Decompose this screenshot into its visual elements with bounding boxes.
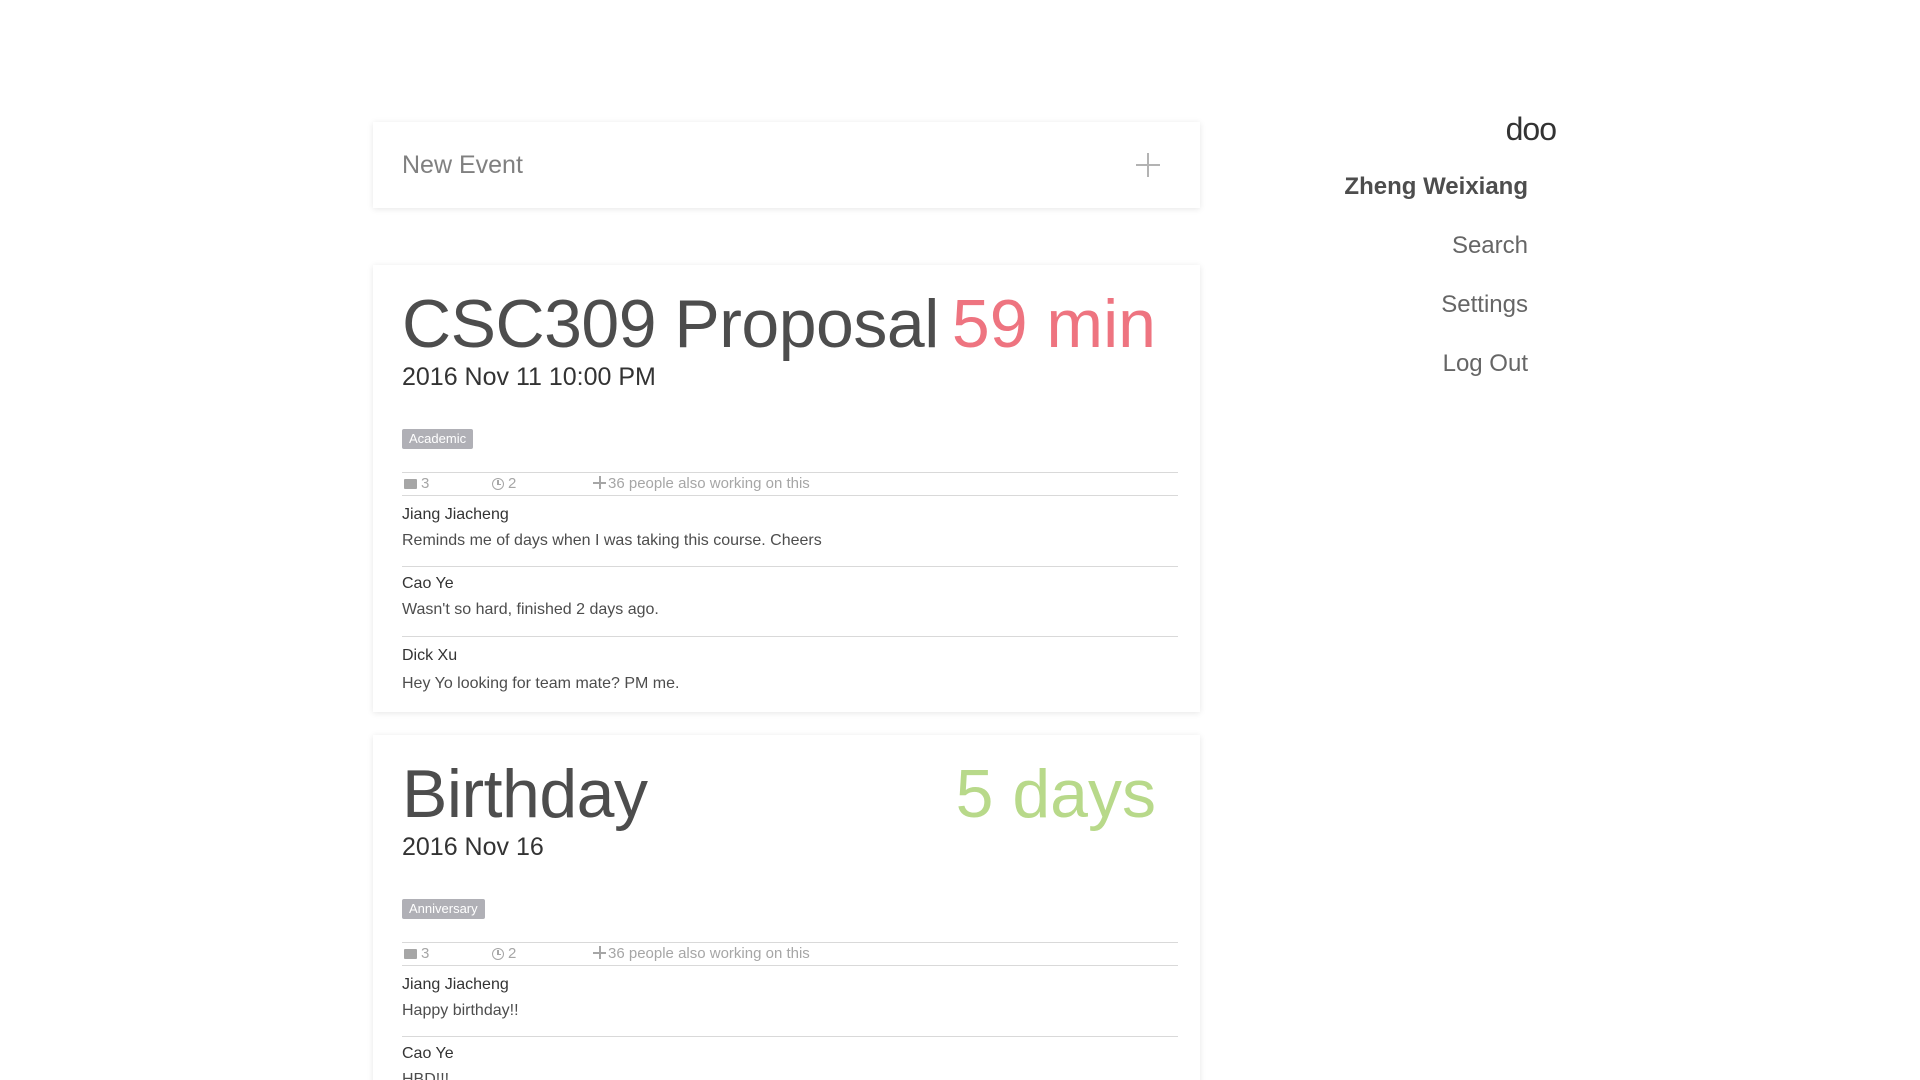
comments-stat[interactable]: 3 [404, 944, 429, 964]
comment-item: Jiang Jiacheng Reminds me of days when I… [402, 506, 1178, 567]
nav-logout-link[interactable]: Log Out [1443, 350, 1528, 378]
plus-icon [593, 946, 606, 959]
event-stats-bar: 3 2 36 people also working on this [402, 942, 1178, 966]
comment-text: Wasn't so hard, finished 2 days ago. [402, 601, 659, 618]
nav-settings-link[interactable]: Settings [1441, 291, 1528, 319]
comment-author: Jiang Jiacheng [402, 506, 509, 523]
event-title: CSC309 Proposal [402, 286, 939, 362]
comment-item: Cao Ye HBD!!! [402, 1045, 1178, 1080]
comment-text: Happy birthday!! [402, 1002, 519, 1019]
comment-author: Cao Ye [402, 575, 454, 592]
comment-author: Cao Ye [402, 1045, 454, 1062]
event-card[interactable]: CSC309 Proposal 59 min 2016 Nov 11 10:00… [373, 265, 1200, 712]
reminders-stat[interactable]: 2 [492, 944, 516, 964]
reminders-count: 2 [508, 945, 517, 962]
event-tag[interactable]: Academic [402, 429, 474, 449]
event-countdown: 5 days [955, 756, 1156, 832]
event-date: 2016 Nov 16 [402, 833, 544, 861]
comment-item: Jiang Jiacheng Happy birthday!! [402, 976, 1178, 1037]
comment-item: Cao Ye Wasn't so hard, finished 2 days a… [402, 575, 1178, 637]
event-countdown: 59 min [951, 286, 1156, 362]
new-event-bar[interactable]: New Event [373, 122, 1200, 208]
comment-author: Jiang Jiacheng [402, 976, 509, 993]
event-tag[interactable]: Anniversary [402, 899, 485, 919]
page: New Event CSC309 Proposal 59 min 2016 No… [0, 0, 1920, 1080]
comment-item: Dick Xu Hey Yo looking for team mate? PM… [402, 647, 1178, 707]
event-stats-bar: 3 2 36 people also working on this [402, 472, 1178, 496]
comment-icon [404, 479, 417, 489]
people-working: 36 people also working on this [608, 475, 810, 492]
comments-stat[interactable]: 3 [404, 474, 429, 494]
comment-text: Reminds me of days when I was taking thi… [402, 532, 822, 549]
reminders-stat[interactable]: 2 [492, 474, 516, 494]
join-stat[interactable]: 36 people also working on this [593, 474, 810, 494]
brand-logo[interactable]: doo [1470, 111, 1557, 148]
plus-icon[interactable] [1136, 153, 1160, 177]
comment-text: Hey Yo looking for team mate? PM me. [402, 675, 680, 692]
nav-user-name[interactable]: Zheng Weixiang [1344, 173, 1528, 201]
event-date: 2016 Nov 11 10:00 PM [402, 363, 656, 391]
comment-text: HBD!!! [402, 1071, 450, 1080]
plus-icon [593, 476, 606, 489]
comments-count: 3 [421, 945, 430, 962]
event-title: Birthday [402, 756, 648, 832]
comment-author: Dick Xu [402, 647, 458, 664]
join-stat[interactable]: 36 people also working on this [593, 944, 810, 964]
clock-icon [492, 948, 504, 960]
comments-count: 3 [421, 475, 430, 492]
nav-search-link[interactable]: Search [1452, 232, 1528, 260]
new-event-label: New Event [402, 151, 523, 179]
comment-icon [404, 949, 417, 959]
people-working: 36 people also working on this [608, 945, 810, 962]
reminders-count: 2 [508, 475, 517, 492]
clock-icon [492, 478, 504, 490]
event-card[interactable]: Birthday 5 days 2016 Nov 16 Anniversary … [373, 735, 1200, 1080]
